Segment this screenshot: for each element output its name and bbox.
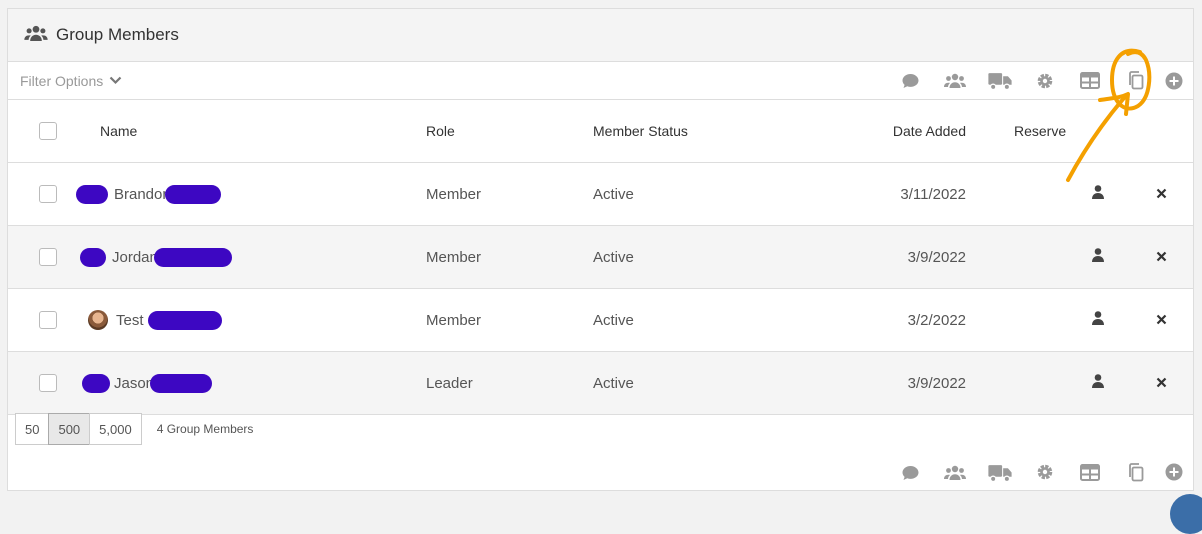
- bulk-update-button[interactable]: [983, 457, 1017, 487]
- launch-workflow-button[interactable]: [1028, 66, 1062, 96]
- export-excel-button[interactable]: [1073, 457, 1107, 487]
- member-status: Active: [592, 351, 814, 415]
- member-name: Jordan: [112, 248, 158, 266]
- communicate-button[interactable]: [893, 457, 927, 487]
- row-checkbox[interactable]: [39, 248, 57, 267]
- person-icon[interactable]: [1092, 185, 1105, 199]
- launch-workflow-button[interactable]: [1028, 457, 1062, 487]
- panel-heading: Group Members: [8, 9, 1193, 62]
- truck-icon: [988, 463, 1012, 482]
- page-size-500[interactable]: 500: [48, 413, 91, 445]
- table-row[interactable]: Brandon Member Active 3/11/2022: [8, 162, 1193, 226]
- column-header-reserve[interactable]: Reserve: [972, 100, 1068, 163]
- close-icon[interactable]: [1156, 377, 1167, 388]
- filter-options-toggle[interactable]: Filter Options: [20, 73, 122, 89]
- filter-options-label: Filter Options: [20, 72, 104, 89]
- member-name: Brandon: [114, 185, 171, 203]
- member-date-added: 3/11/2022: [814, 162, 972, 226]
- redaction-mark: [164, 184, 221, 204]
- help-bubble[interactable]: [1170, 494, 1202, 534]
- copy-icon: [1128, 462, 1143, 481]
- redaction-mark: [82, 373, 110, 393]
- add-member-button[interactable]: [1163, 457, 1185, 487]
- close-icon[interactable]: [1156, 314, 1167, 325]
- redaction-mark: [153, 247, 232, 267]
- table-header-row: Name Role Member Status Date Added Reser…: [8, 100, 1193, 163]
- page-size-5000[interactable]: 5,000: [89, 413, 142, 445]
- close-icon[interactable]: [1156, 251, 1167, 262]
- redaction-mark: [150, 373, 213, 393]
- copy-icon: [1128, 71, 1143, 90]
- redaction-mark: [76, 184, 108, 204]
- row-checkbox[interactable]: [39, 311, 57, 330]
- table-icon: [1080, 72, 1100, 89]
- redaction-mark: [147, 310, 222, 330]
- page-size-selector: 50 500 5,000: [15, 413, 142, 445]
- bulk-update-button[interactable]: [983, 66, 1017, 96]
- row-checkbox[interactable]: [39, 374, 57, 393]
- table-row[interactable]: Test Member Active 3/2/2022: [8, 288, 1193, 352]
- gear-icon: [1037, 73, 1053, 88]
- chevron-down-icon: [109, 76, 122, 85]
- grid-footer: 50 500 5,000 4 Group Members: [8, 413, 1193, 445]
- members-table: Name Role Member Status Date Added Reser…: [8, 100, 1193, 415]
- redaction-mark: [80, 247, 106, 267]
- select-all-checkbox[interactable]: [39, 122, 57, 141]
- person-icon[interactable]: [1092, 374, 1105, 388]
- grid-actions-top: [882, 66, 1185, 96]
- add-circle-icon: [1165, 72, 1183, 89]
- page-size-50[interactable]: 50: [15, 413, 50, 445]
- member-name: Test: [116, 311, 144, 329]
- avatar: [88, 310, 108, 330]
- truck-icon: [988, 72, 1012, 90]
- column-header-status[interactable]: Member Status: [592, 100, 814, 163]
- add-member-button[interactable]: [1163, 66, 1185, 96]
- gear-icon: [1037, 464, 1053, 480]
- member-count: 4 Group Members: [156, 422, 254, 436]
- member-status: Active: [592, 288, 814, 352]
- comment-icon: [902, 74, 918, 88]
- comment-icon: [902, 465, 918, 480]
- users-icon: [944, 465, 966, 480]
- column-header-name[interactable]: Name: [88, 100, 425, 163]
- export-excel-button[interactable]: [1073, 66, 1107, 96]
- communicate-button[interactable]: [893, 66, 927, 96]
- grid-actions-bottom: [882, 457, 1185, 487]
- member-role: Leader: [425, 351, 592, 415]
- merge-person-button[interactable]: [938, 66, 972, 96]
- table-row[interactable]: Jason Leader Active 3/9/2022: [8, 351, 1193, 415]
- table-icon: [1080, 463, 1100, 481]
- member-status: Active: [592, 162, 814, 226]
- member-role: Member: [425, 288, 592, 352]
- table-row[interactable]: Jordan Member Active 3/9/2022: [8, 225, 1193, 289]
- add-circle-icon: [1165, 463, 1183, 481]
- panel-title: Group Members: [56, 25, 179, 44]
- close-icon[interactable]: [1156, 188, 1167, 199]
- column-header-role[interactable]: Role: [425, 100, 592, 163]
- member-name: Jason: [114, 374, 155, 392]
- row-checkbox[interactable]: [39, 185, 57, 204]
- merge-person-button[interactable]: [938, 457, 972, 487]
- users-icon: [944, 73, 966, 88]
- users-icon: [24, 24, 48, 47]
- member-date-added: 3/9/2022: [814, 225, 972, 289]
- member-role: Member: [425, 225, 592, 289]
- column-header-date-added[interactable]: Date Added: [814, 100, 972, 163]
- person-icon[interactable]: [1092, 311, 1105, 325]
- group-members-panel: Group Members Filter Options Name Role M…: [7, 8, 1194, 491]
- member-date-added: 3/2/2022: [814, 288, 972, 352]
- filter-bar: Filter Options: [8, 62, 1193, 100]
- member-date-added: 3/9/2022: [814, 351, 972, 415]
- merge-template-button[interactable]: [1118, 66, 1152, 96]
- merge-template-button[interactable]: [1118, 457, 1152, 487]
- person-icon[interactable]: [1092, 248, 1105, 262]
- member-status: Active: [592, 225, 814, 289]
- member-role: Member: [425, 162, 592, 226]
